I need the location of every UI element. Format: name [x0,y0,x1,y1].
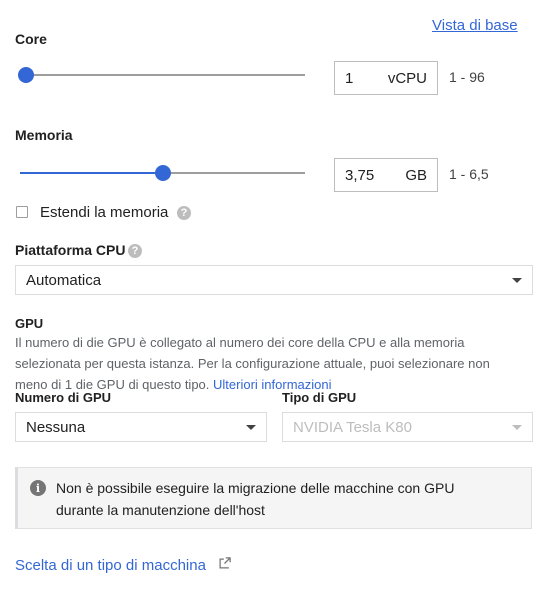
notice-line-2: durante la manutenzione dell'host [56,502,265,518]
chevron-down-icon [512,277,522,283]
gpu-count-label: Numero di GPU [15,390,112,405]
extend-memory-checkbox[interactable] [16,206,28,218]
chevron-down-icon [512,424,522,430]
memory-slider-fill [20,172,163,174]
core-input[interactable]: 1 vCPU [334,61,438,95]
notice-text: Non è possibile eseguire la migrazione d… [56,477,454,521]
gpu-description: Il numero di die GPU è collegato al nume… [15,332,525,395]
extend-memory-label: Estendi la memoria [40,204,169,221]
gpu-count-selected: Nessuna [26,418,86,436]
gpu-title: GPU [15,316,44,331]
cpu-platform-label: Piattaforma CPU [15,242,126,258]
help-icon[interactable]: ? [128,244,142,258]
core-slider-track [26,74,305,76]
info-icon: i [30,480,46,496]
machine-type-link[interactable]: Scelta di un tipo di macchina [15,557,206,574]
memory-input[interactable]: 3,75 GB [334,158,438,192]
memory-slider-thumb[interactable] [154,165,171,181]
gpu-migration-notice: i Non è possibile eseguire la migrazione… [15,467,532,529]
core-input-value: 1 [345,69,354,87]
memory-input-unit: GB [405,166,427,184]
core-slider[interactable] [18,65,305,85]
chevron-down-icon [246,424,256,430]
cpu-platform-selected: Automatica [26,271,102,289]
gpu-type-label: Tipo di GPU [282,390,357,405]
open-in-new-icon[interactable] [217,556,232,571]
cpu-platform-select[interactable]: Automatica [15,265,533,295]
memory-label: Memoria [15,127,73,143]
help-icon[interactable]: ? [177,206,191,220]
core-input-unit: vCPU [387,69,427,87]
gpu-count-select[interactable]: Nessuna [15,412,267,442]
notice-line-1: Non è possibile eseguire la migrazione d… [56,480,455,496]
gpu-type-selected: NVIDIA Tesla K80 [293,418,412,436]
memory-slider[interactable] [20,163,305,183]
core-range: 1 - 96 [449,69,485,85]
memory-range: 1 - 6,5 [449,166,489,182]
memory-input-value: 3,75 [345,166,375,184]
gpu-type-select: NVIDIA Tesla K80 [282,412,533,442]
core-slider-thumb[interactable] [18,67,34,83]
basic-view-link[interactable]: Vista di base [432,17,518,34]
core-label: Core [15,31,47,47]
